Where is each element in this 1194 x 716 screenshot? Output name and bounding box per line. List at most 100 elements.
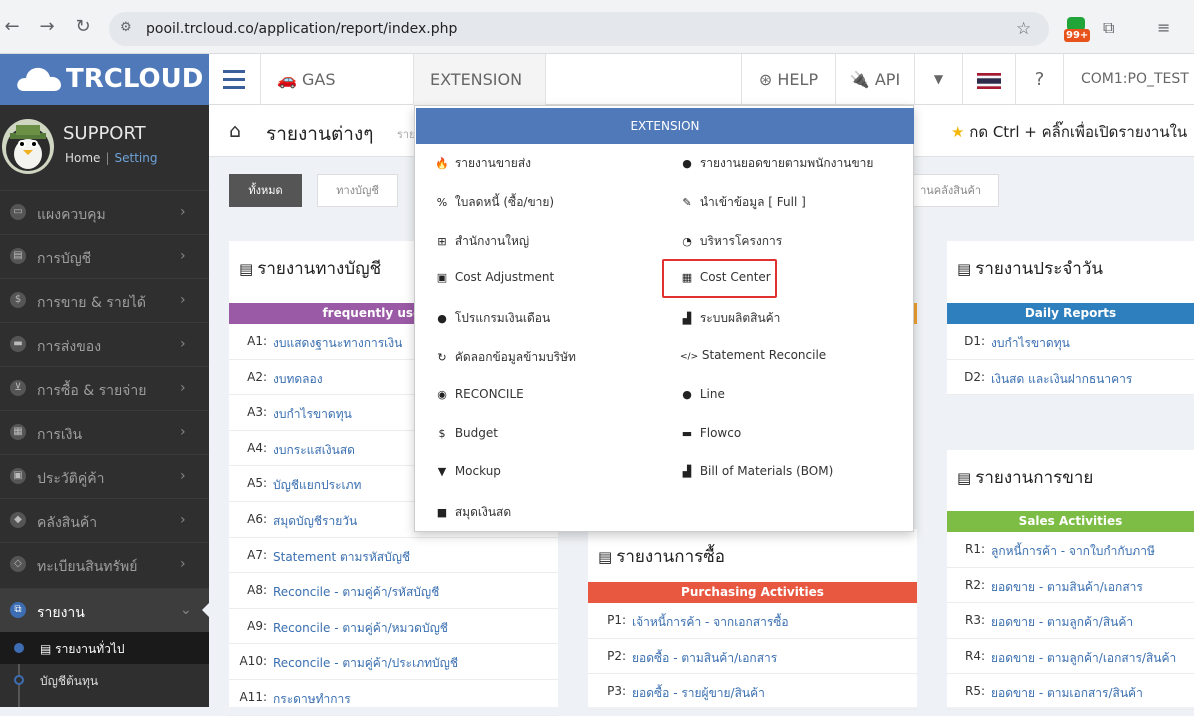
avatar[interactable] [2,119,54,174]
extension-menu-item[interactable]: % ใบลดหนี้ (ซื้อ/ขาย) [435,193,554,215]
table-row[interactable]: P3: ยอดซื้อ - รายผู้ขาย/สินค้า [588,674,917,710]
sidebar-item-purchasing[interactable]: ⊻ การซื้อ & รายจ่าย › [0,366,209,410]
extension-menu-item[interactable]: ● รายงานยอดขายตามพนักงานขาย [680,154,873,176]
report-link[interactable]: ยอดขาย - ตามเอกสาร/สินค้า [991,684,1143,703]
sidebar-item-assets[interactable]: ◇ ทะเบียนสินทรัพย์ › [0,542,209,586]
table-row[interactable]: R5: ยอดขาย - ตามเอกสาร/สินค้า [947,674,1194,710]
bookmark-star-icon[interactable]: ☆ [1016,19,1031,39]
api-button[interactable]: 🔌 API [835,54,914,105]
extension-menu-item[interactable]: ▣ Cost Adjustment [435,270,554,292]
nav-gas-station[interactable]: 🚗 GAS STATION [261,54,414,140]
report-link[interactable]: ยอดซื้อ - รายผู้ขาย/สินค้า [632,684,765,703]
reload-icon[interactable]: ↻ [73,17,93,37]
url-text[interactable]: pooil.trcloud.co/application/report/inde… [146,21,457,37]
sidebar-item-delivery[interactable]: ▬ การส่งของ › [0,322,209,366]
sidebar-item-inventory[interactable]: ◆ คลังสินค้า › [0,498,209,542]
report-link[interactable]: สมุดบัญชีรายวัน [273,512,357,531]
report-link[interactable]: Reconcile - ตามคู่ค้า/หมวดบัญชี [273,619,448,638]
report-link[interactable]: งบกระแสเงินสด [273,441,355,460]
sidebar-item-reports[interactable]: ⧉ รายงาน ⌄ [0,588,209,632]
report-link[interactable]: งบกำไรขาดทุน [991,334,1070,353]
report-link[interactable]: Reconcile - ตามคู่ค้า/ประเภทบัญชี [273,654,458,673]
extension-menu-item[interactable]: ▬ Flowco [680,426,741,448]
report-link[interactable]: กระดาษทำการ [273,690,351,709]
setting-link[interactable]: Setting [114,151,157,165]
language-flag-button[interactable] [962,54,1015,105]
table-row[interactable]: A11: กระดาษทำการ [229,680,558,716]
table-row[interactable]: D2: เงินสด และเงินฝากธนาคาร [947,360,1194,395]
table-row[interactable]: R2: ยอดขาย - ตามสินค้า/เอกสาร [947,568,1194,603]
sidebar-item-dashboard[interactable]: ▭ แผงควบคุม › [0,190,209,234]
report-link[interactable]: เจ้าหนี้การค้า - จากเอกสารซื้อ [632,613,789,632]
dropdown-toggle-button[interactable]: ▼ [914,54,962,105]
extension-menu-item[interactable]: ⊞ สำนักงานใหญ่ [435,232,529,254]
extension-menu-item[interactable]: ◉ RECONCILE [435,387,524,409]
report-link[interactable]: ยอดขาย - ตามสินค้า/เอกสาร [991,578,1143,597]
site-info-icon[interactable]: ⚙ [120,20,138,38]
report-link[interactable]: เงินสด และเงินฝากธนาคาร [991,370,1132,389]
extension-menu-item[interactable]: ◔ บริหารโครงการ [680,232,782,254]
forward-icon[interactable]: → [37,17,57,37]
home-link[interactable]: Home [65,151,100,165]
nav-extension[interactable]: EXTENSION ▼ [414,54,546,139]
sidebar-item-sales[interactable]: $ การขาย & รายได้ › [0,278,209,322]
report-link[interactable]: Statement ตามรหัสบัญชี [273,548,410,567]
table-row[interactable]: R3: ยอดขาย - ตามลูกค้า/สินค้า [947,603,1194,639]
report-code: A3: [247,405,267,420]
help-button[interactable]: ⊛ HELP [741,54,835,105]
extension-menu-item[interactable]: ▟ ระบบผลิตสินค้า [680,309,781,331]
table-row[interactable]: P2: ยอดซื้อ - ตามสินค้า/เอกสาร [588,639,917,674]
report-link[interactable]: งบแสดงฐานะทางการเงิน [273,334,402,353]
report-link[interactable]: ยอดขาย - ตามลูกค้า/เอกสาร/สินค้า [991,649,1176,668]
table-row[interactable]: D1: งบกำไรขาดทุน [947,324,1194,360]
sidebar-item-contacts[interactable]: ▣ ประวัติคู่ค้า › [0,454,209,498]
table-row[interactable]: A9: Reconcile - ตามคู่ค้า/หมวดบัญชี [229,609,558,645]
sidebar-item-finance[interactable]: ▦ การเงิน › [0,410,209,454]
menu-toggle-button[interactable] [209,54,261,105]
address-bar[interactable]: ⚙ pooil.trcloud.co/application/report/in… [109,12,1049,46]
question-button[interactable]: ? [1015,54,1063,105]
extension-menu-item[interactable]: 🔥 รายงานขายส่ง [435,154,531,176]
extension-menu-item[interactable]: ■ สมุดเงินสด [435,503,511,525]
car-icon: 🚗 [277,70,297,89]
extension-badge: 99+ [1064,29,1091,42]
logo[interactable]: TRCLOUD [0,54,209,105]
extensions-puzzle-icon[interactable]: ⧉ [1103,18,1114,38]
report-link[interactable]: งบกำไรขาดทุน [273,405,352,424]
sidebar-subitem-general-reports[interactable]: ▤ รายงานทั่วไป [0,632,209,664]
sidebar-item-accounting[interactable]: ▤ การบัญชี › [0,234,209,278]
sidebar-subitem-cost-accounting[interactable]: บัญชีต้นทุน [0,664,209,696]
table-row[interactable]: P1: เจ้าหนี้การค้า - จากเอกสารซื้อ [588,603,917,639]
extension-menu-item[interactable]: </> Statement Reconcile [680,348,826,370]
report-link[interactable]: งบทดลอง [273,370,323,389]
extension-menu-label: สมุดเงินสด [454,505,512,520]
user-icon: ● [682,157,692,170]
daily-reports-panel: ▤ รายงานประจำวัน Daily Reports D1: งบกำไรข… [947,241,1194,395]
report-link[interactable]: ยอดซื้อ - ตามสินค้า/เอกสาร [632,649,777,668]
reading-list-icon[interactable]: ≡ [1157,18,1170,37]
extension-menu-item[interactable]: ▼ Mockup [435,464,501,486]
dropdown-header: EXTENSION [416,108,914,144]
back-icon[interactable]: ← [2,17,22,37]
report-link[interactable]: บัญชีแยกประเภท [273,476,361,495]
table-row[interactable]: A10: Reconcile - ตามคู่ค้า/ประเภทบัญชี [229,644,558,680]
extension-menu-item[interactable]: ▟ Bill of Materials (BOM) [680,464,834,486]
table-row[interactable]: R1: ลูกหนี้การค้า - จากใบกำกับภาษี [947,532,1194,568]
extension-menu-item[interactable]: ● Line [680,387,725,409]
report-link[interactable]: ยอดขาย - ตามลูกค้า/สินค้า [991,613,1133,632]
report-link[interactable]: ลูกหนี้การค้า - จากใบกำกับภาษี [991,542,1155,561]
extension-menu-item[interactable]: ✎ นำเข้าข้อมูล [ Full ] [680,193,805,215]
report-link[interactable]: Reconcile - ตามคู่ค้า/รหัสบัญชี [273,583,439,602]
extension-menu-item[interactable]: ● โปรแกรมเงินเดือน [435,309,550,331]
profile-links: Home | Setting [65,151,158,165]
extension-menu-item[interactable]: ↻ คัดลอกข้อมูลข้ามบริษัท [435,348,576,370]
extension-icon[interactable]: 99+ [1064,17,1091,43]
table-row[interactable]: A7: Statement ตามรหัสบัญชี [229,538,558,574]
filter-accounting-button[interactable]: ทางบัญชี [317,174,398,207]
home-icon[interactable]: ⌂ [229,120,241,142]
table-row[interactable]: R4: ยอดขาย - ตามลูกค้า/เอกสาร/สินค้า [947,639,1194,674]
filter-all-button[interactable]: ทั้งหมด [229,174,302,207]
extension-menu-item[interactable]: $ Budget [435,426,499,448]
company-selector[interactable]: COM1:PO_TEST U [1063,54,1194,105]
table-row[interactable]: A8: Reconcile - ตามคู่ค้า/รหัสบัญชี [229,573,558,609]
